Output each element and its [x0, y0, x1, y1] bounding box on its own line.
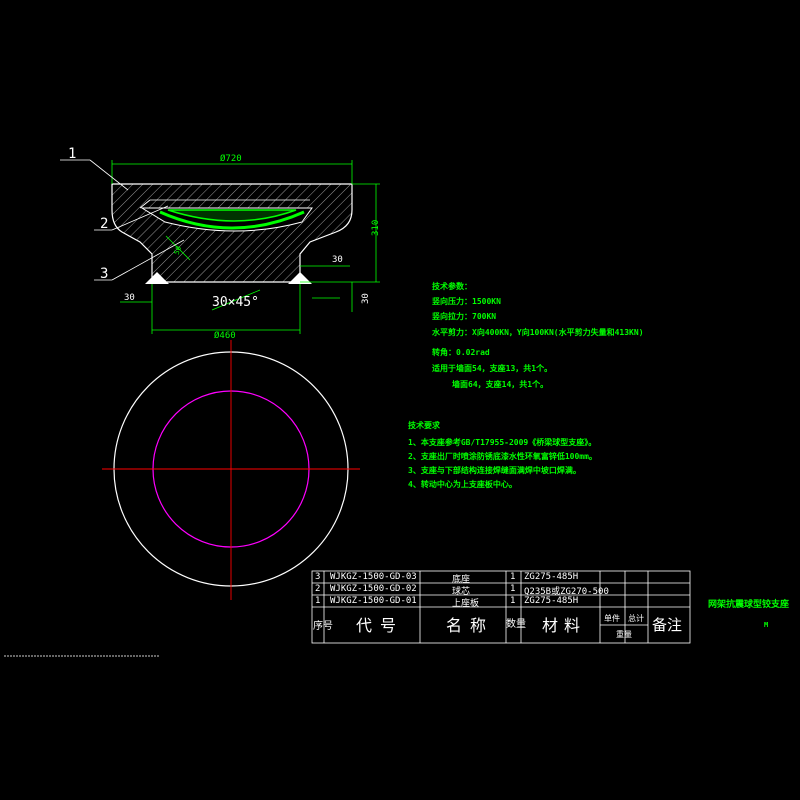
header-name: 名称: [446, 616, 495, 635]
header-qty: 数量: [506, 619, 526, 630]
tech-req-line: 4、转动中心为上支座板中心。: [408, 480, 517, 489]
drawing-subtitle: M: [764, 621, 769, 629]
tech-param-line: 竖向拉力：700KN: [432, 312, 497, 321]
tech-req-line: 3、支座与下部结构连接焊缝面满焊中坡口焊满。: [408, 466, 581, 475]
dim-height: 310: [371, 220, 381, 236]
callout-1: 1: [68, 146, 76, 162]
bom-code: WJKGZ-1500-GD-01: [330, 596, 417, 606]
dim-top-diameter: Ø720: [220, 153, 242, 164]
dim-offset-bottom: 30: [361, 293, 371, 304]
callout-2: 2: [100, 216, 108, 232]
upper-plate-outline: [111, 183, 353, 283]
tech-param-line: 水平剪力：X向400KN，Y向100KN(水平剪力失量和413KN): [432, 328, 644, 337]
cad-drawing: 1 2 3 Ø720 310 Ø460 30×45° 30 30 30 50: [4, 146, 691, 657]
bom-qty: 1: [510, 584, 516, 594]
bom-no: 3: [315, 572, 321, 582]
section-view: [111, 183, 353, 284]
tech-param-line: 竖向压力：1500KN: [432, 297, 501, 306]
dim-offset-right: 30: [332, 255, 343, 265]
dim-base-diameter: Ø460: [214, 330, 236, 341]
header-remark: 备注: [652, 616, 683, 634]
dim-chamfer: 30×45°: [212, 295, 259, 310]
bom-no: 1: [315, 596, 321, 606]
plan-view: [102, 340, 360, 600]
header-unit-weight: 单件: [604, 614, 620, 623]
tech-params-title: 技术参数：: [432, 282, 472, 291]
bom-qty: 1: [510, 572, 516, 582]
tech-req-line: 2、支座出厂时喷涂防锈底漆水性环氧富锌低100mm。: [408, 452, 597, 461]
tech-req-line: 1、本支座参考GB/T17955-2009《桥梁球型支座》。: [408, 438, 597, 447]
tech-param-line: 转角：0.02rad: [432, 348, 490, 357]
dim-offset-left: 30: [124, 293, 135, 303]
bom-name: 上座板: [452, 599, 480, 609]
tech-req-title: 技术要求: [408, 421, 440, 430]
header-no: 序号: [313, 621, 333, 632]
bom-material: ZG275-485H: [524, 596, 579, 606]
bom-code: WJKGZ-1500-GD-02: [330, 584, 417, 594]
bom-no: 2: [315, 584, 321, 594]
callout-3: 3: [100, 266, 108, 282]
bom-code: WJKGZ-1500-GD-03: [330, 572, 417, 582]
header-material: 材料: [542, 616, 587, 635]
tech-param-line: 适用于墙面54，支座13，共1个。: [432, 364, 553, 373]
bom-material: ZG275-485H: [524, 572, 579, 582]
bom-qty: 1: [510, 596, 516, 606]
header-total-weight: 总计: [628, 614, 644, 623]
header-code: 代号: [356, 616, 405, 635]
tech-param-line: 墙面64，支座14，共1个。: [452, 380, 549, 389]
drawing-title: 网架抗震球型铰支座: [708, 600, 790, 610]
header-weight: 重量: [616, 630, 632, 639]
